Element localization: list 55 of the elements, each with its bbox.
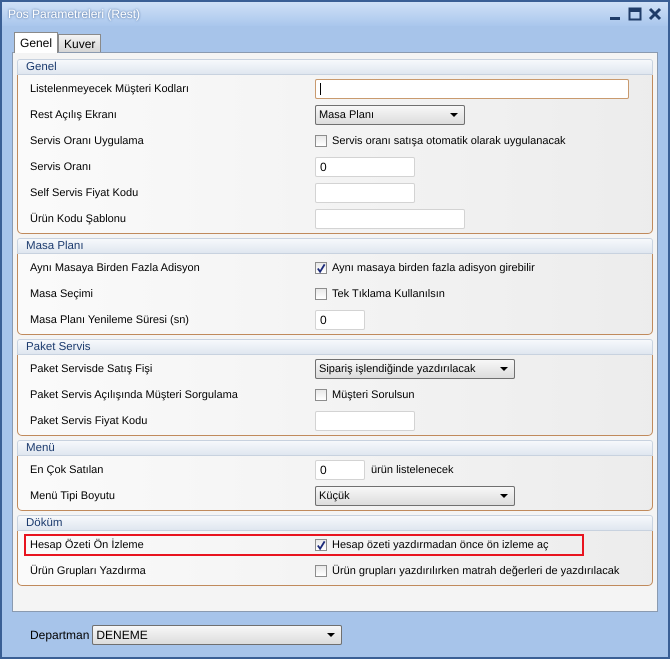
checkbox-square[interactable] [315,565,327,577]
section-header: Masa Planı [17,238,653,254]
input-field[interactable] [315,209,465,229]
field-label: Menü Tipi Boyutu [30,490,116,502]
maximize-icon[interactable] [628,7,642,21]
field-label: Listelenmeyecek Müşteri Kodları [30,83,190,95]
field-label: Masa Seçimi [30,288,94,300]
window-title: Pos Parametreleri (Rest) [8,7,140,21]
input-field[interactable]: 0 [315,310,365,330]
checkbox-square[interactable] [315,262,327,274]
field-label: Ürün Grupları Yazdırma [30,565,147,577]
input-field[interactable] [315,411,415,431]
checkbox[interactable]: Müşteri Sorulsun [315,389,415,401]
department-label: Departman [30,628,90,642]
field-label: Aynı Masaya Birden Fazla Adisyon [30,262,201,274]
caret-icon [327,632,336,636]
suffix-label: ürün listelenecek [371,464,454,476]
dropdown[interactable]: Sipariş işlendiğinde yazdırılacak [315,359,515,379]
field-label: Paket Servis Fiyat Kodu [30,415,148,427]
department-dropdown[interactable]: DENEME [92,624,342,644]
caret-icon [500,367,508,371]
field-label: Hesap Özeti Ön İzleme [30,539,145,551]
tab[interactable]: Genel [14,32,58,53]
field-label: Servis Oranı Uygulama [30,135,145,147]
dropdown[interactable]: Küçük [315,486,515,506]
field-label: Rest Açılış Ekranı [30,109,118,121]
tab[interactable]: Kuver [58,34,102,52]
checkbox[interactable]: Hesap özeti yazdırmadan önce ön izleme aç [315,539,548,551]
close-icon[interactable] [648,7,662,21]
dropdown[interactable]: Masa Planı [315,105,465,125]
field-label: Ürün Kodu Şablonu [30,213,128,225]
field-label: Paket Servis Açılışında Müşteri Sorgulama [30,389,239,401]
input-field[interactable]: 0 [315,460,365,480]
section-header: Genel [17,59,653,75]
checkbox[interactable]: Ürün grupları yazdırılırken matrah değerleri de yazdırılacak [315,565,620,577]
checkbox-square[interactable] [315,135,327,147]
checkbox-square[interactable] [315,389,327,401]
input-field[interactable] [315,79,629,99]
field-label: Self Servis Fiyat Kodu [30,187,140,199]
checkbox-square[interactable] [315,288,327,300]
section-header: Paket Servis [17,339,653,355]
input-field[interactable]: 0 [315,157,415,177]
field-label: En Çok Satılan [30,464,104,476]
field-label: Masa Planı Yenileme Süresi (sn) [30,314,190,326]
section-header: Menü [17,440,653,456]
input-field[interactable] [315,183,415,203]
checkbox[interactable]: Servis oranı satışa otomatik olarak uygulanacak [315,135,566,147]
checkbox[interactable]: Aynı masaya birden fazla adisyon girebilir [315,262,535,274]
caret-icon [450,113,458,117]
field-label: Paket Servisde Satış Fişi [30,363,154,375]
checkbox[interactable]: Tek Tıklama Kullanılsın [315,288,445,300]
field-label: Servis Oranı [30,161,92,173]
section-header: Döküm [17,515,653,531]
caret-icon [500,494,508,498]
checkbox-square[interactable] [315,539,327,551]
